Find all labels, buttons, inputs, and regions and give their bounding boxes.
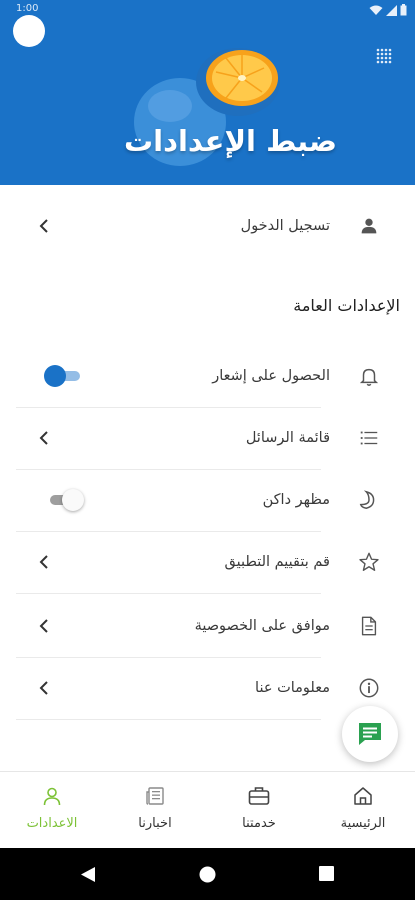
- row-label: موافق على الخصوصية: [194, 618, 330, 634]
- row-label: قائمة الرسائل: [245, 430, 330, 446]
- dark-mode-toggle[interactable]: [44, 489, 84, 511]
- row-label: معلومات عنا: [255, 680, 330, 696]
- home-circle-icon[interactable]: [199, 866, 216, 883]
- chat-fab-button[interactable]: [342, 706, 398, 762]
- row-notifications[interactable]: الحصول على إشعار: [16, 345, 390, 407]
- status-time: 1:00: [16, 3, 39, 14]
- row-rate-app[interactable]: قم بتقييم التطبيق: [16, 531, 390, 593]
- wifi-icon: [369, 5, 383, 15]
- login-row[interactable]: تسجيل الدخول: [16, 195, 390, 257]
- row-privacy[interactable]: موافق على الخصوصية: [16, 595, 390, 657]
- list-icon: [360, 431, 378, 445]
- divider: [16, 593, 321, 594]
- profile-circle-button[interactable]: [13, 15, 45, 47]
- row-messages[interactable]: قائمة الرسائل: [16, 407, 390, 469]
- chevron-left-icon: [39, 555, 48, 569]
- row-label: مظهر داكن: [262, 492, 330, 508]
- page-title: ضبط الإعدادات: [123, 124, 337, 158]
- recents-icon[interactable]: [319, 866, 334, 881]
- nav-item-news[interactable]: اخبارنا: [103, 772, 207, 849]
- bell-icon: [359, 368, 379, 386]
- info-icon: [359, 678, 379, 698]
- chat-icon: [359, 723, 381, 745]
- notifications-toggle[interactable]: [44, 365, 84, 387]
- back-icon[interactable]: [80, 866, 96, 883]
- divider: [16, 719, 321, 720]
- row-label: قم بتقييم التطبيق: [224, 554, 330, 570]
- document-icon: [361, 616, 377, 636]
- nav-item-settings[interactable]: الاعدادات: [0, 772, 104, 849]
- user-icon: [43, 787, 61, 806]
- grid-menu-icon[interactable]: [373, 45, 395, 67]
- star-icon: [359, 552, 379, 571]
- home-icon: [354, 787, 372, 805]
- bottom-nav: الرئيسية خدمتنا اخبارنا الاعدادات: [0, 771, 415, 849]
- nav-item-services[interactable]: خدمتنا: [207, 772, 311, 849]
- row-dark-mode[interactable]: مظهر داكن: [16, 469, 390, 531]
- row-label: الحصول على إشعار: [212, 368, 330, 384]
- chevron-left-icon: [39, 219, 48, 233]
- nav-label-home: الرئيسية: [340, 816, 386, 831]
- chevron-left-icon: [39, 619, 48, 633]
- row-about[interactable]: معلومات عنا: [16, 657, 390, 719]
- status-icons: [369, 4, 407, 16]
- header-banner: 1:00 ضبط الإعدادات: [0, 0, 415, 185]
- signal-icon: [386, 4, 397, 16]
- news-icon: [146, 787, 164, 805]
- section-title-general: الإعدادات العامة: [293, 296, 400, 315]
- nav-item-home[interactable]: الرئيسية: [311, 772, 415, 849]
- person-icon: [361, 218, 377, 234]
- system-nav-bar: [0, 848, 415, 900]
- nav-label-settings: الاعدادات: [26, 816, 78, 831]
- login-label: تسجيل الدخول: [240, 218, 330, 234]
- battery-icon: [400, 4, 407, 16]
- nav-label-services: خدمتنا: [242, 816, 276, 831]
- briefcase-icon: [248, 787, 270, 805]
- moon-icon: [359, 490, 375, 510]
- chevron-left-icon: [39, 681, 48, 695]
- chevron-left-icon: [39, 431, 48, 445]
- nav-label-news: اخبارنا: [138, 816, 172, 831]
